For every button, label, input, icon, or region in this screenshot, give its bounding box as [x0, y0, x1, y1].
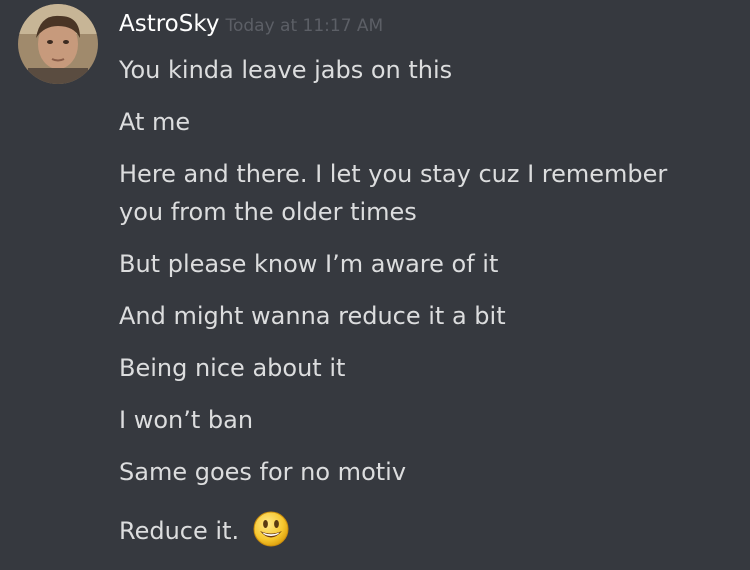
message-line: At me	[119, 108, 191, 136]
message-line: You kinda leave jabs on this	[119, 56, 453, 84]
message-line: you from the older times	[119, 198, 417, 226]
message-text: Reduce it.	[119, 517, 240, 545]
user-avatar[interactable]	[18, 4, 98, 84]
message-line: Here and there. I let you stay cuz I rem…	[119, 160, 668, 188]
message-group: AstroSky Today at 11:17 AM You kinda leav…	[0, 0, 750, 570]
timestamp[interactable]: Today at 11:17 AM	[225, 16, 383, 36]
message-line: Same goes for no motiv	[119, 458, 407, 486]
message-line: Being nice about it	[119, 354, 346, 382]
message-line: Reduce it.	[119, 511, 719, 550]
avatar-image	[18, 4, 98, 84]
message-header: AstroSky Today at 11:17 AM	[119, 6, 383, 44]
message-line: I won’t ban	[119, 406, 254, 434]
message-line: But please know I’m aware of it	[119, 250, 499, 278]
username[interactable]: AstroSky	[119, 11, 219, 37]
smiley-emoji-icon[interactable]	[253, 511, 289, 547]
message-line: And might wanna reduce it a bit	[119, 302, 506, 330]
